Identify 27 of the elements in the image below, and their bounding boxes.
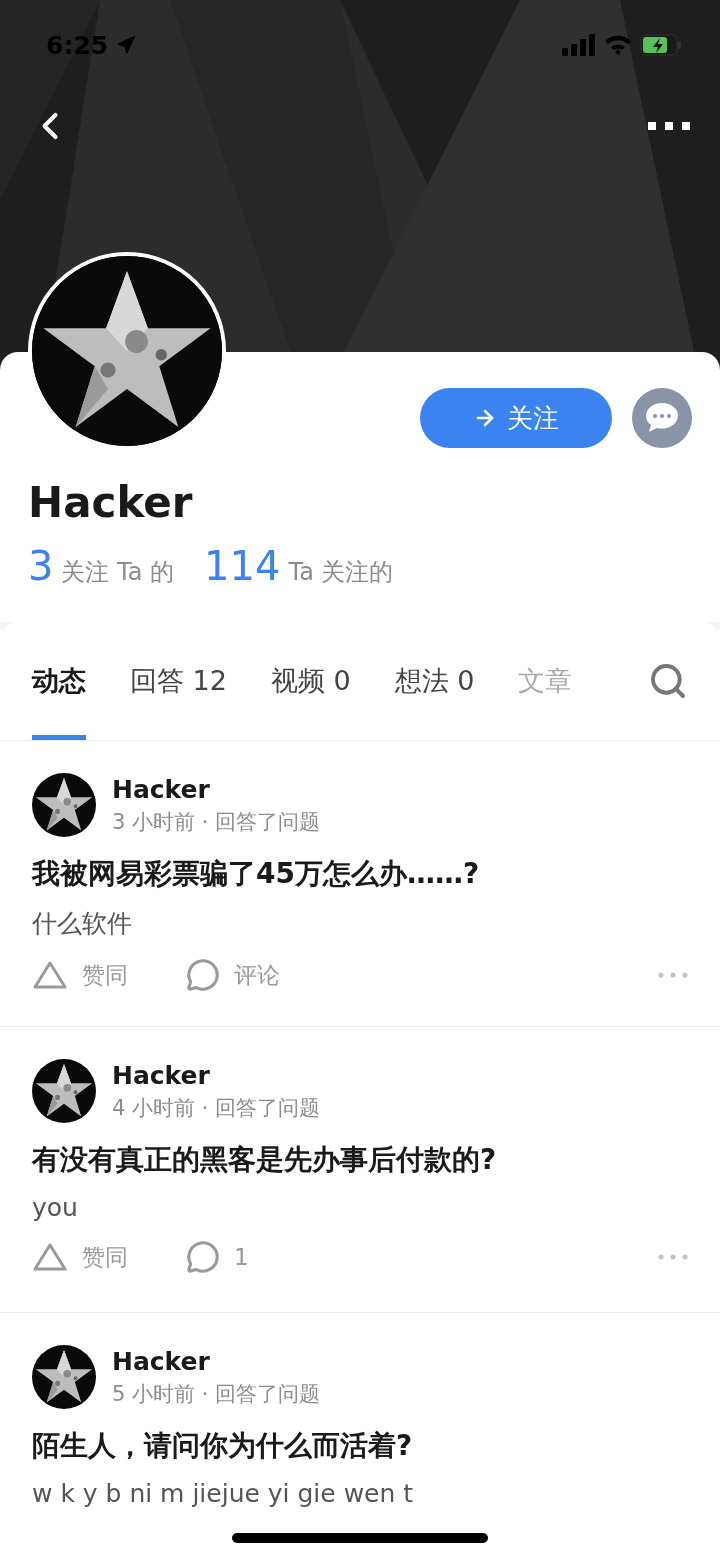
stat-count[interactable]: 3 — [28, 543, 54, 589]
post-meta: 4 小时前 · 回答了问题 — [112, 1094, 321, 1122]
question-title[interactable]: 陌生人，请问你为什么而活着? — [32, 1427, 688, 1465]
upvote-icon[interactable] — [32, 1242, 68, 1272]
comment-icon[interactable] — [186, 958, 220, 992]
tab[interactable]: 回答 12 — [130, 622, 227, 740]
question-title[interactable]: 有没有真正的黑客是先办事后付款的? — [32, 1141, 688, 1179]
stat-count[interactable]: 114 — [204, 543, 281, 589]
post-meta: 5 小时前 · 回答了问题 — [112, 1380, 321, 1408]
author-name[interactable]: Hacker — [112, 774, 321, 804]
comment-icon[interactable] — [186, 1240, 220, 1274]
search-icon[interactable] — [648, 661, 688, 701]
answer-excerpt[interactable]: w k y b ni m jiejue yi gie wen t — [32, 1479, 688, 1508]
follow-button[interactable]: 关注 — [420, 388, 612, 448]
answer-excerpt[interactable]: 什么软件 — [32, 907, 688, 940]
upvote-icon[interactable] — [32, 960, 68, 990]
author-name[interactable]: Hacker — [112, 1060, 321, 1090]
profile-name: Hacker — [28, 478, 193, 527]
answer-excerpt[interactable]: you — [32, 1193, 688, 1222]
post-meta: 3 小时前 · 回答了问题 — [112, 808, 321, 836]
question-title[interactable]: 我被网易彩票骗了45万怎么办……? — [32, 855, 688, 893]
chat-bubble-icon — [644, 401, 680, 435]
author-name[interactable]: Hacker — [112, 1346, 321, 1376]
tab[interactable]: 动态 — [32, 622, 86, 740]
tab[interactable]: 视频 0 — [270, 622, 351, 740]
tab[interactable]: 想法 0 — [394, 622, 475, 740]
message-button[interactable] — [632, 388, 692, 448]
